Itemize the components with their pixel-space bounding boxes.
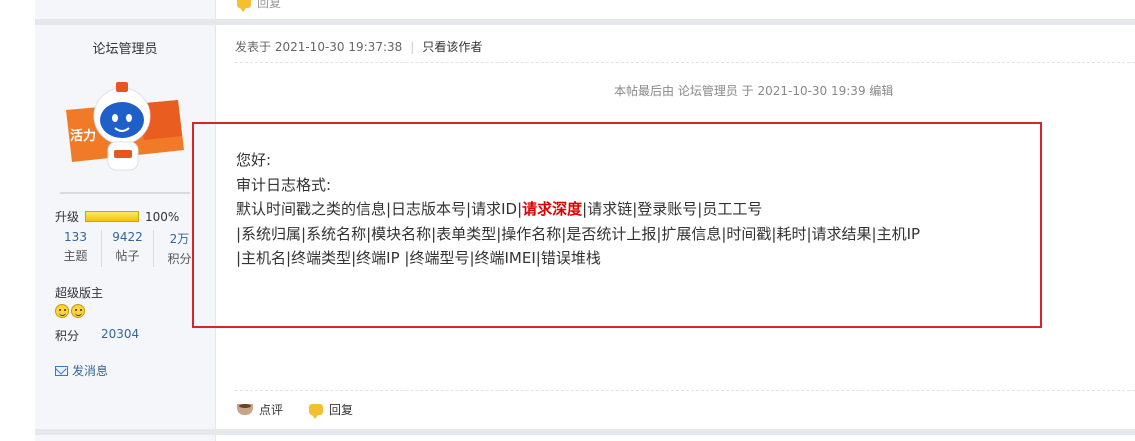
reply-bubble-icon — [309, 404, 324, 419]
level-progress-fill — [86, 212, 139, 221]
sidebar-divider — [60, 192, 190, 194]
send-message-button[interactable]: 发消息 — [55, 362, 108, 379]
author-rank: 超级版主 — [55, 286, 104, 300]
envelope-icon — [55, 365, 68, 376]
post-separator-top — [35, 19, 1135, 25]
level-progress-text: 100% — [145, 209, 180, 224]
annotation-highlight-box — [192, 122, 1042, 328]
avatar-text: 活力 — [70, 128, 96, 144]
post-date: 发表于 2021-10-30 19:37:38 — [235, 40, 403, 54]
points-label: 积分 — [55, 329, 80, 343]
edit-note: 本帖最后由 论坛管理员 于 2021-10-30 19:39 编辑 — [614, 84, 894, 98]
smiley-icon — [71, 304, 85, 318]
rate-button[interactable]: 点评 — [259, 401, 283, 418]
post-separator-bottom — [35, 429, 1135, 435]
post-header-divider — [235, 62, 1135, 63]
mascot-avatar-image: 活力 — [66, 82, 184, 171]
meta-divider: | — [410, 39, 415, 54]
reply-bubble-icon — [237, 0, 251, 12]
post-meta: 发表于 2021-10-30 19:37:38 | 只看该作者 — [235, 38, 482, 55]
previous-reply-button[interactable]: 回复 — [237, 0, 281, 12]
level-progress-bar — [85, 211, 140, 222]
author-stats: 133 主题 9422 帖子 2万 积分 — [50, 230, 205, 267]
rank-stars — [55, 304, 85, 318]
smiley-icon — [55, 304, 69, 318]
points-value[interactable]: 20304 — [101, 327, 139, 344]
avatar[interactable]: 活力 — [58, 80, 184, 180]
level-row: 升级 100% — [55, 208, 179, 225]
author-name[interactable]: 论坛管理员 — [35, 38, 215, 57]
stat-posts[interactable]: 9422 帖子 — [101, 230, 153, 267]
post-actions: 点评 回复 — [237, 401, 353, 419]
page-margin — [0, 0, 35, 441]
author-points: 积分 20304 — [55, 327, 139, 344]
coffee-cup-icon — [237, 404, 253, 415]
level-label: 升级 — [55, 210, 80, 224]
stat-threads[interactable]: 133 主题 — [50, 230, 101, 267]
view-author-only-link[interactable]: 只看该作者 — [422, 38, 482, 55]
post-footer-divider — [235, 390, 1135, 391]
reply-button[interactable]: 回复 — [329, 401, 353, 418]
